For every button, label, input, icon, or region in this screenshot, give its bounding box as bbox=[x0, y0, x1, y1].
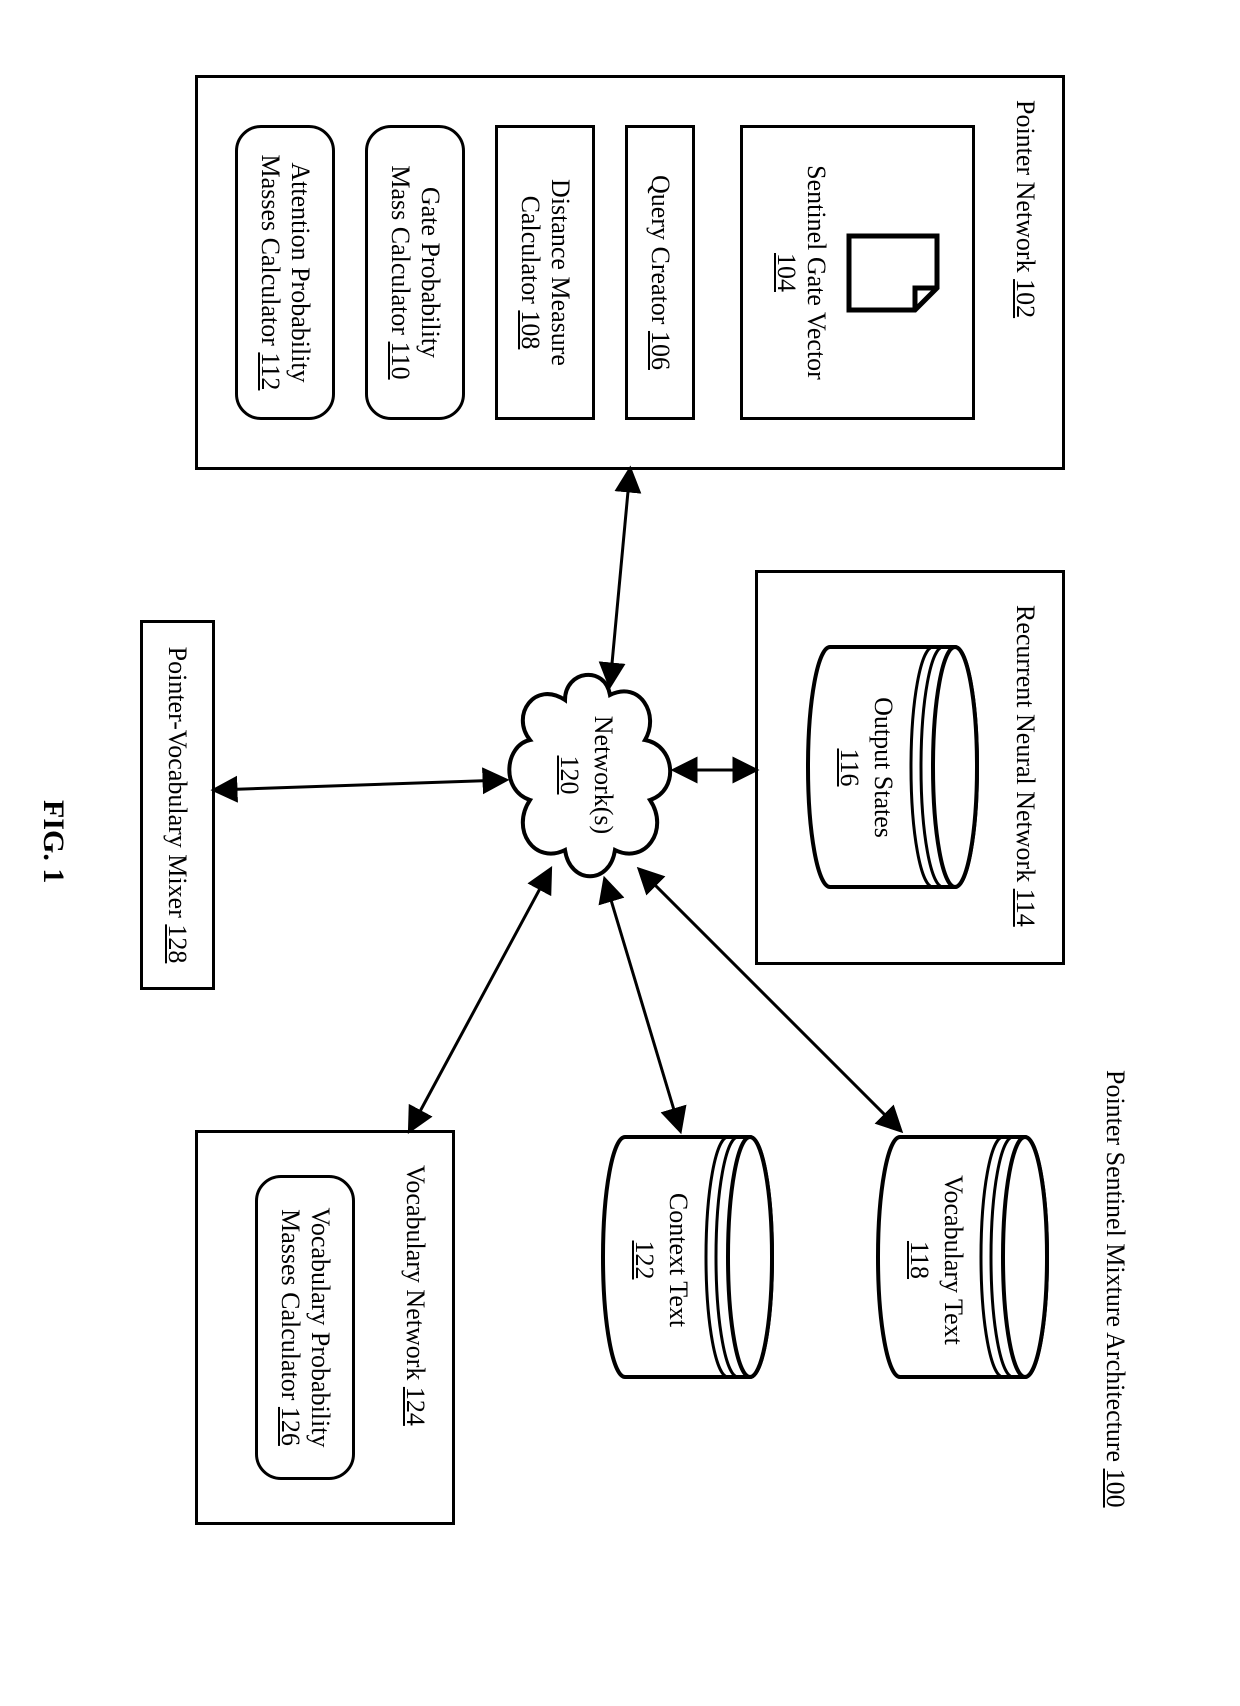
network-num: 120 bbox=[552, 756, 586, 795]
vpmc-line2: Masses Calculator bbox=[276, 1209, 305, 1400]
pvm-label: Pointer-Vocabulary Mixer bbox=[164, 647, 193, 918]
pointer-network-title: Pointer Network bbox=[1011, 100, 1040, 273]
gate-probability-mass-calculator: Gate Probability Mass Calculator 110 bbox=[365, 125, 465, 420]
output-states-num: 116 bbox=[832, 748, 866, 786]
sentinel-gate-vector-label: Sentinel Gate Vector bbox=[803, 165, 832, 380]
dmc-line2: Calculator bbox=[516, 196, 545, 304]
vpmc-line1: Vocabulary Probability bbox=[305, 1208, 335, 1448]
diagram-title-num: 100 bbox=[1101, 1469, 1130, 1508]
network-label: Network(s) bbox=[586, 710, 620, 840]
pvm-num: 128 bbox=[164, 924, 193, 963]
vocabulary-network-num: 124 bbox=[401, 1387, 430, 1426]
gpmc-line1: Gate Probability bbox=[415, 187, 445, 358]
gpmc-num: 110 bbox=[386, 342, 415, 380]
vocabulary-probability-masses-calculator: Vocabulary Probability Masses Calculator… bbox=[255, 1175, 355, 1480]
apmc-line2: Masses Calculator bbox=[256, 155, 285, 346]
sentinel-gate-vector-num: 104 bbox=[773, 253, 802, 292]
vpmc-num: 126 bbox=[276, 1407, 305, 1446]
gpmc-line2: Mass Calculator bbox=[386, 165, 415, 335]
query-creator-num: 106 bbox=[646, 331, 675, 370]
pointer-network-num: 102 bbox=[1011, 279, 1040, 318]
rnn-num: 114 bbox=[1011, 889, 1040, 927]
context-text-num: 122 bbox=[627, 1241, 661, 1280]
query-creator-label: Query Creator bbox=[646, 175, 675, 324]
pointer-vocabulary-mixer: Pointer-Vocabulary Mixer 128 bbox=[140, 620, 215, 990]
rnn-title: Recurrent Neural Network bbox=[1011, 605, 1040, 882]
vocabulary-text-label: Vocabulary Text bbox=[936, 1160, 970, 1360]
query-creator: Query Creator 106 bbox=[625, 125, 695, 420]
context-text-label: Context Text bbox=[661, 1175, 695, 1345]
diagram-title: Pointer Sentinel Mixture Architecture bbox=[1101, 1070, 1130, 1462]
vocabulary-text-num: 118 bbox=[902, 1241, 936, 1279]
attention-probability-masses-calculator: Attention Probability Masses Calculator … bbox=[235, 125, 335, 420]
output-states-label: Output States bbox=[866, 680, 900, 855]
apmc-num: 112 bbox=[256, 352, 285, 390]
sentinel-gate-vector: Sentinel Gate Vector 104 bbox=[740, 125, 975, 420]
vocabulary-network-title: Vocabulary Network bbox=[401, 1165, 430, 1380]
dmc-line1: Distance Measure bbox=[545, 179, 575, 366]
page-icon bbox=[844, 230, 944, 316]
figure-caption: FIG. 1 bbox=[36, 800, 70, 883]
dmc-num: 108 bbox=[516, 310, 545, 349]
distance-measure-calculator: Distance Measure Calculator 108 bbox=[495, 125, 595, 420]
apmc-line1: Attention Probability bbox=[285, 162, 315, 382]
